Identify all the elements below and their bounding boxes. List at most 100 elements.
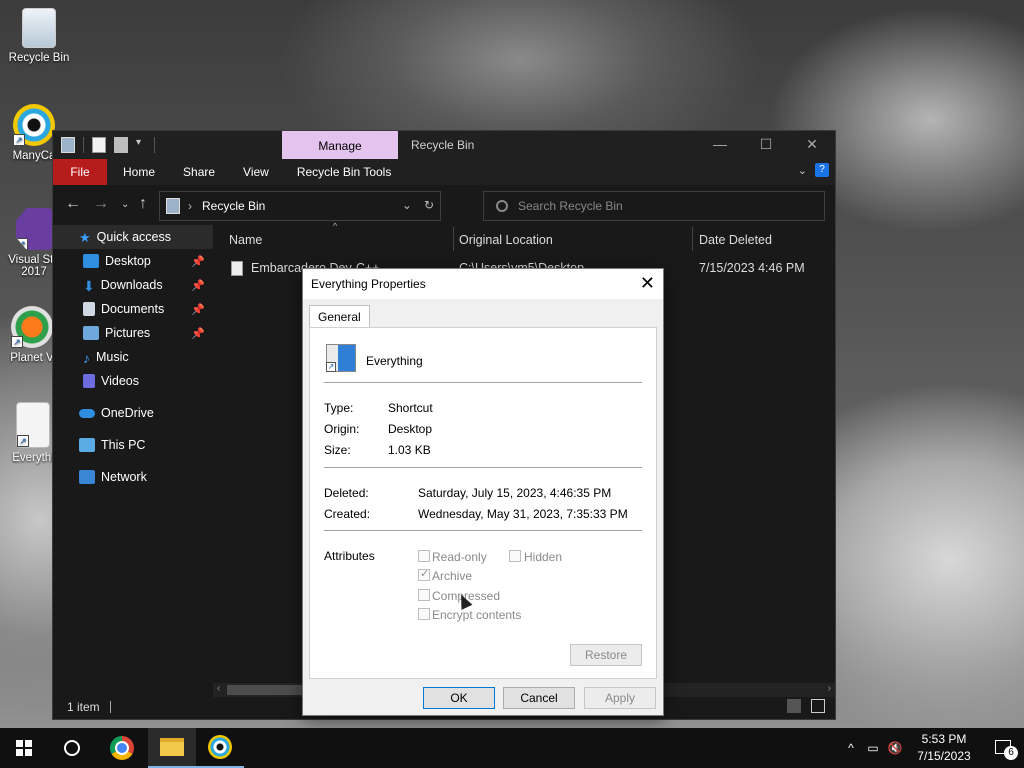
up-arrow-icon[interactable]: ↑ bbox=[139, 195, 147, 213]
nav-label: Quick access bbox=[96, 230, 171, 244]
tab-file[interactable]: File bbox=[53, 159, 107, 185]
network-status-icon[interactable]: ▭ bbox=[862, 741, 884, 755]
column-header-name[interactable]: Name bbox=[229, 233, 262, 247]
ok-button[interactable]: OK bbox=[423, 687, 495, 709]
readonly-checkbox[interactable] bbox=[418, 550, 430, 562]
restore-button[interactable]: Restore bbox=[570, 644, 642, 666]
address-bar[interactable]: › Recycle Bin ⌄ ↻ bbox=[159, 191, 441, 221]
maximize-button[interactable]: ☐ bbox=[743, 131, 789, 159]
compressed-checkbox[interactable] bbox=[418, 589, 430, 601]
nav-documents[interactable]: Documents 📌 bbox=[53, 297, 213, 321]
search-icon bbox=[64, 740, 80, 756]
properties-icon[interactable] bbox=[92, 137, 106, 153]
title-bar[interactable]: ▾ Manage Recycle Bin — ☐ ✕ bbox=[53, 131, 835, 159]
documents-icon bbox=[83, 302, 95, 316]
created-label: Created: bbox=[324, 507, 371, 521]
recycle-bin-small-icon bbox=[166, 198, 180, 214]
notification-count-badge: 6 bbox=[1004, 745, 1018, 760]
close-icon[interactable]: ✕ bbox=[640, 273, 655, 294]
column-header-date-deleted[interactable]: Date Deleted bbox=[699, 233, 772, 247]
dialog-title: Everything Properties bbox=[311, 277, 426, 291]
desktop-icon-recycle-bin[interactable]: Recycle Bin bbox=[1, 8, 77, 64]
breadcrumb-chevron-icon: › bbox=[188, 199, 192, 213]
address-dropdown-icon[interactable]: ⌄ bbox=[402, 198, 412, 212]
deleted-label: Deleted: bbox=[324, 486, 369, 500]
details-view-icon[interactable] bbox=[787, 699, 801, 713]
cloud-icon bbox=[79, 408, 95, 418]
divider bbox=[109, 701, 111, 713]
breadcrumb-recycle-bin[interactable]: Recycle Bin bbox=[202, 199, 265, 213]
search-button[interactable] bbox=[48, 728, 96, 768]
apply-button[interactable]: Apply bbox=[584, 687, 656, 709]
new-folder-icon[interactable] bbox=[114, 137, 128, 153]
customize-qat-icon[interactable]: ▾ bbox=[136, 137, 146, 153]
column-divider[interactable] bbox=[692, 227, 693, 251]
tab-general[interactable]: General bbox=[309, 305, 370, 328]
recent-locations-icon[interactable]: ⌄ bbox=[121, 199, 129, 210]
nav-pictures[interactable]: Pictures 📌 bbox=[53, 321, 213, 345]
tab-recycle-bin-tools[interactable]: Recycle Bin Tools bbox=[283, 159, 406, 185]
column-header-original-location[interactable]: Original Location bbox=[459, 233, 553, 247]
nav-downloads[interactable]: ⬇ Downloads 📌 bbox=[53, 273, 213, 297]
nav-network[interactable]: Network bbox=[53, 465, 213, 489]
divider bbox=[324, 530, 642, 531]
close-button[interactable]: ✕ bbox=[789, 131, 835, 159]
back-arrow-icon[interactable]: ← bbox=[65, 195, 81, 213]
nav-desktop[interactable]: Desktop 📌 bbox=[53, 249, 213, 273]
size-value: 1.03 KB bbox=[388, 443, 431, 457]
nav-this-pc[interactable]: This PC bbox=[53, 433, 213, 457]
manage-tab[interactable]: Manage bbox=[282, 131, 398, 159]
desktop-icon-label: Recycle Bin bbox=[8, 52, 70, 64]
refresh-icon[interactable]: ↻ bbox=[424, 198, 434, 212]
navigation-pane: ★ Quick access Desktop 📌 ⬇ Downloads 📌 Docum… bbox=[53, 225, 213, 695]
nav-label: OneDrive bbox=[101, 406, 154, 420]
hidden-checkbox[interactable] bbox=[509, 550, 521, 562]
large-icons-view-icon[interactable] bbox=[811, 699, 825, 713]
dialog-title-bar[interactable]: Everything Properties ✕ bbox=[303, 269, 663, 299]
attributes-label: Attributes bbox=[324, 549, 375, 563]
expand-ribbon-icon[interactable]: ⌄ bbox=[798, 164, 807, 177]
type-value: Shortcut bbox=[388, 401, 433, 415]
cancel-button[interactable]: Cancel bbox=[503, 687, 575, 709]
shortcut-arrow-icon: ↗ bbox=[326, 362, 336, 372]
clock[interactable]: 5:53 PM 7/15/2023 bbox=[906, 731, 982, 765]
scroll-left-icon[interactable]: ‹ bbox=[217, 683, 220, 694]
row-date: 7/15/2023 4:46 PM bbox=[699, 261, 805, 275]
archive-label: Archive bbox=[432, 569, 473, 583]
taskbar-chrome[interactable] bbox=[98, 728, 146, 768]
nav-videos[interactable]: Videos bbox=[53, 369, 213, 393]
taskbar-manycam[interactable] bbox=[196, 728, 244, 768]
download-icon: ⬇ bbox=[83, 278, 95, 294]
properties-dialog: Everything Properties ✕ General ↗ Everyt… bbox=[302, 268, 664, 716]
volume-muted-icon[interactable]: 🔇 bbox=[884, 741, 906, 755]
shortcut-arrow-icon: ↗ bbox=[16, 238, 28, 250]
visual-studio-icon: ↗ bbox=[16, 208, 52, 250]
divider bbox=[83, 137, 84, 153]
recycle-bin-small-icon bbox=[61, 137, 75, 153]
archive-checkbox[interactable] bbox=[418, 567, 430, 581]
help-icon[interactable]: ? bbox=[815, 163, 829, 177]
nav-label: Downloads bbox=[100, 278, 163, 292]
show-hidden-icons-icon[interactable]: ^ bbox=[840, 741, 862, 755]
minimize-button[interactable]: — bbox=[697, 131, 743, 159]
forward-arrow-icon[interactable]: → bbox=[93, 195, 109, 213]
hidden-label: Hidden bbox=[524, 550, 563, 564]
shortcut-arrow-icon: ↗ bbox=[13, 134, 25, 146]
encrypt-checkbox[interactable] bbox=[418, 608, 430, 620]
search-box[interactable]: Search Recycle Bin bbox=[483, 191, 825, 221]
shortcut-arrow-icon: ↗ bbox=[17, 435, 29, 447]
manycam-icon: ↗ bbox=[13, 104, 55, 146]
system-tray: ^ ▭ 🔇 5:53 PM 7/15/2023 6 bbox=[840, 728, 1024, 768]
tab-view[interactable]: View bbox=[229, 159, 283, 185]
scrollbar-thumb[interactable] bbox=[227, 685, 307, 695]
scroll-right-icon[interactable]: › bbox=[828, 683, 831, 694]
tab-home[interactable]: Home bbox=[107, 159, 169, 185]
notification-center-button[interactable]: 6 bbox=[982, 739, 1024, 760]
tab-share[interactable]: Share bbox=[169, 159, 229, 185]
start-button[interactable] bbox=[0, 728, 48, 768]
nav-onedrive[interactable]: OneDrive bbox=[53, 401, 213, 425]
nav-music[interactable]: ♪ Music bbox=[53, 345, 213, 369]
column-divider[interactable] bbox=[453, 227, 454, 251]
taskbar-file-explorer[interactable] bbox=[148, 728, 196, 768]
nav-quick-access[interactable]: ★ Quick access bbox=[53, 225, 213, 249]
